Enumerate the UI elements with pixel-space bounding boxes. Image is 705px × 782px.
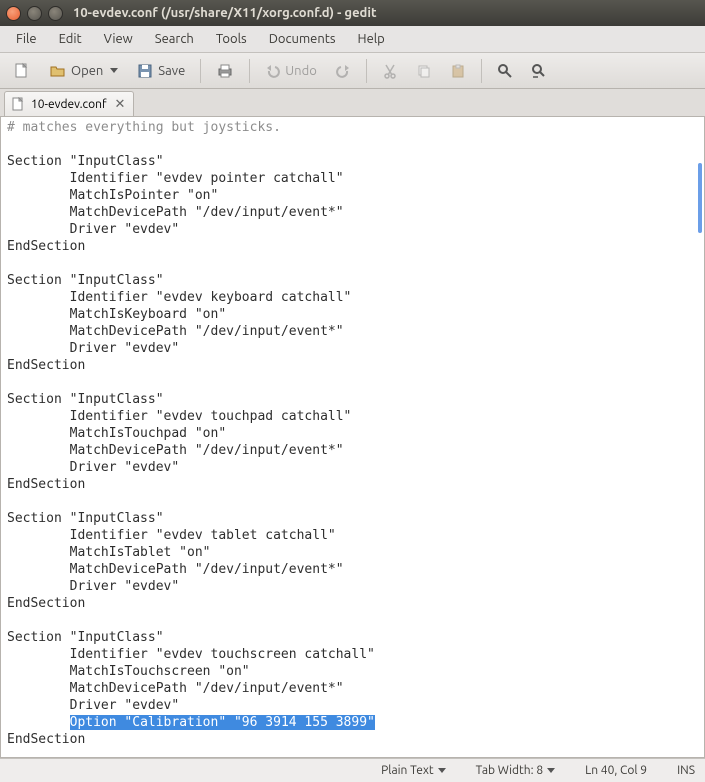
menu-help[interactable]: Help	[348, 28, 395, 50]
tab-label: 10-evdev.conf	[31, 98, 107, 111]
minimize-window-button[interactable]	[27, 6, 42, 21]
code-block: Section "InputClass" Identifier "evdev t…	[7, 630, 375, 713]
menu-file[interactable]: File	[6, 28, 47, 50]
close-window-button[interactable]	[6, 6, 21, 21]
code-block: EndSection	[7, 732, 85, 747]
menu-bar: File Edit View Search Tools Documents He…	[0, 26, 705, 53]
save-label: Save	[158, 64, 185, 78]
code-block: Section "InputClass" Identifier "evdev k…	[7, 273, 351, 373]
text-editor[interactable]: # matches everything but joysticks. Sect…	[1, 117, 704, 757]
cursor-position: Ln 40, Col 9	[585, 764, 647, 777]
code-block: Section "InputClass" Identifier "evdev p…	[7, 154, 344, 254]
tab-width-label: Tab Width: 8	[476, 764, 543, 777]
print-button[interactable]	[209, 57, 241, 85]
open-label: Open	[71, 64, 103, 78]
toolbar: Open Save Undo	[0, 53, 705, 89]
toolbar-separator	[249, 59, 250, 83]
toolbar-separator	[481, 59, 482, 83]
menu-search[interactable]: Search	[145, 28, 204, 50]
syntax-mode-selector[interactable]: Plain Text	[381, 764, 446, 777]
new-document-button[interactable]	[6, 57, 38, 85]
paste-button	[443, 57, 473, 85]
window-title: 10-evdev.conf (/usr/share/X11/xorg.conf.…	[73, 6, 377, 20]
save-button[interactable]: Save	[129, 57, 192, 85]
code-block: Section "InputClass" Identifier "evdev t…	[7, 392, 351, 492]
chevron-down-icon	[547, 768, 555, 773]
window-buttons	[6, 6, 63, 21]
status-bar: Plain Text Tab Width: 8 Ln 40, Col 9 INS	[0, 758, 705, 782]
cut-button[interactable]	[375, 57, 405, 85]
document-icon	[11, 97, 25, 111]
code-block: Section "InputClass" Identifier "evdev t…	[7, 511, 344, 611]
insert-mode[interactable]: INS	[677, 764, 695, 777]
window-titlebar: 10-evdev.conf (/usr/share/X11/xorg.conf.…	[0, 0, 705, 26]
menu-documents[interactable]: Documents	[259, 28, 346, 50]
maximize-window-button[interactable]	[48, 6, 63, 21]
toolbar-separator	[200, 59, 201, 83]
editor-area[interactable]: # matches everything but joysticks. Sect…	[0, 117, 705, 758]
document-tab[interactable]: 10-evdev.conf ✕	[4, 91, 134, 116]
open-dropdown-icon[interactable]	[110, 68, 118, 73]
copy-button[interactable]	[409, 57, 439, 85]
selected-text: Option "Calibration" "96 3914 155 3899"	[70, 715, 375, 730]
undo-label: Undo	[285, 64, 317, 78]
find-button[interactable]	[490, 57, 520, 85]
find-replace-button[interactable]	[524, 57, 554, 85]
toolbar-separator	[366, 59, 367, 83]
undo-button: Undo	[258, 57, 324, 85]
tab-width-selector[interactable]: Tab Width: 8	[476, 764, 555, 777]
chevron-down-icon	[438, 768, 446, 773]
open-button[interactable]: Open	[42, 57, 125, 85]
tab-bar: 10-evdev.conf ✕	[0, 89, 705, 117]
menu-edit[interactable]: Edit	[49, 28, 92, 50]
redo-button	[328, 57, 358, 85]
menu-view[interactable]: View	[94, 28, 143, 50]
tab-close-button[interactable]: ✕	[113, 97, 128, 112]
menu-tools[interactable]: Tools	[206, 28, 257, 50]
syntax-label: Plain Text	[381, 764, 434, 777]
code-indent	[7, 715, 70, 730]
partial-line: # matches everything but joysticks.	[7, 120, 281, 135]
